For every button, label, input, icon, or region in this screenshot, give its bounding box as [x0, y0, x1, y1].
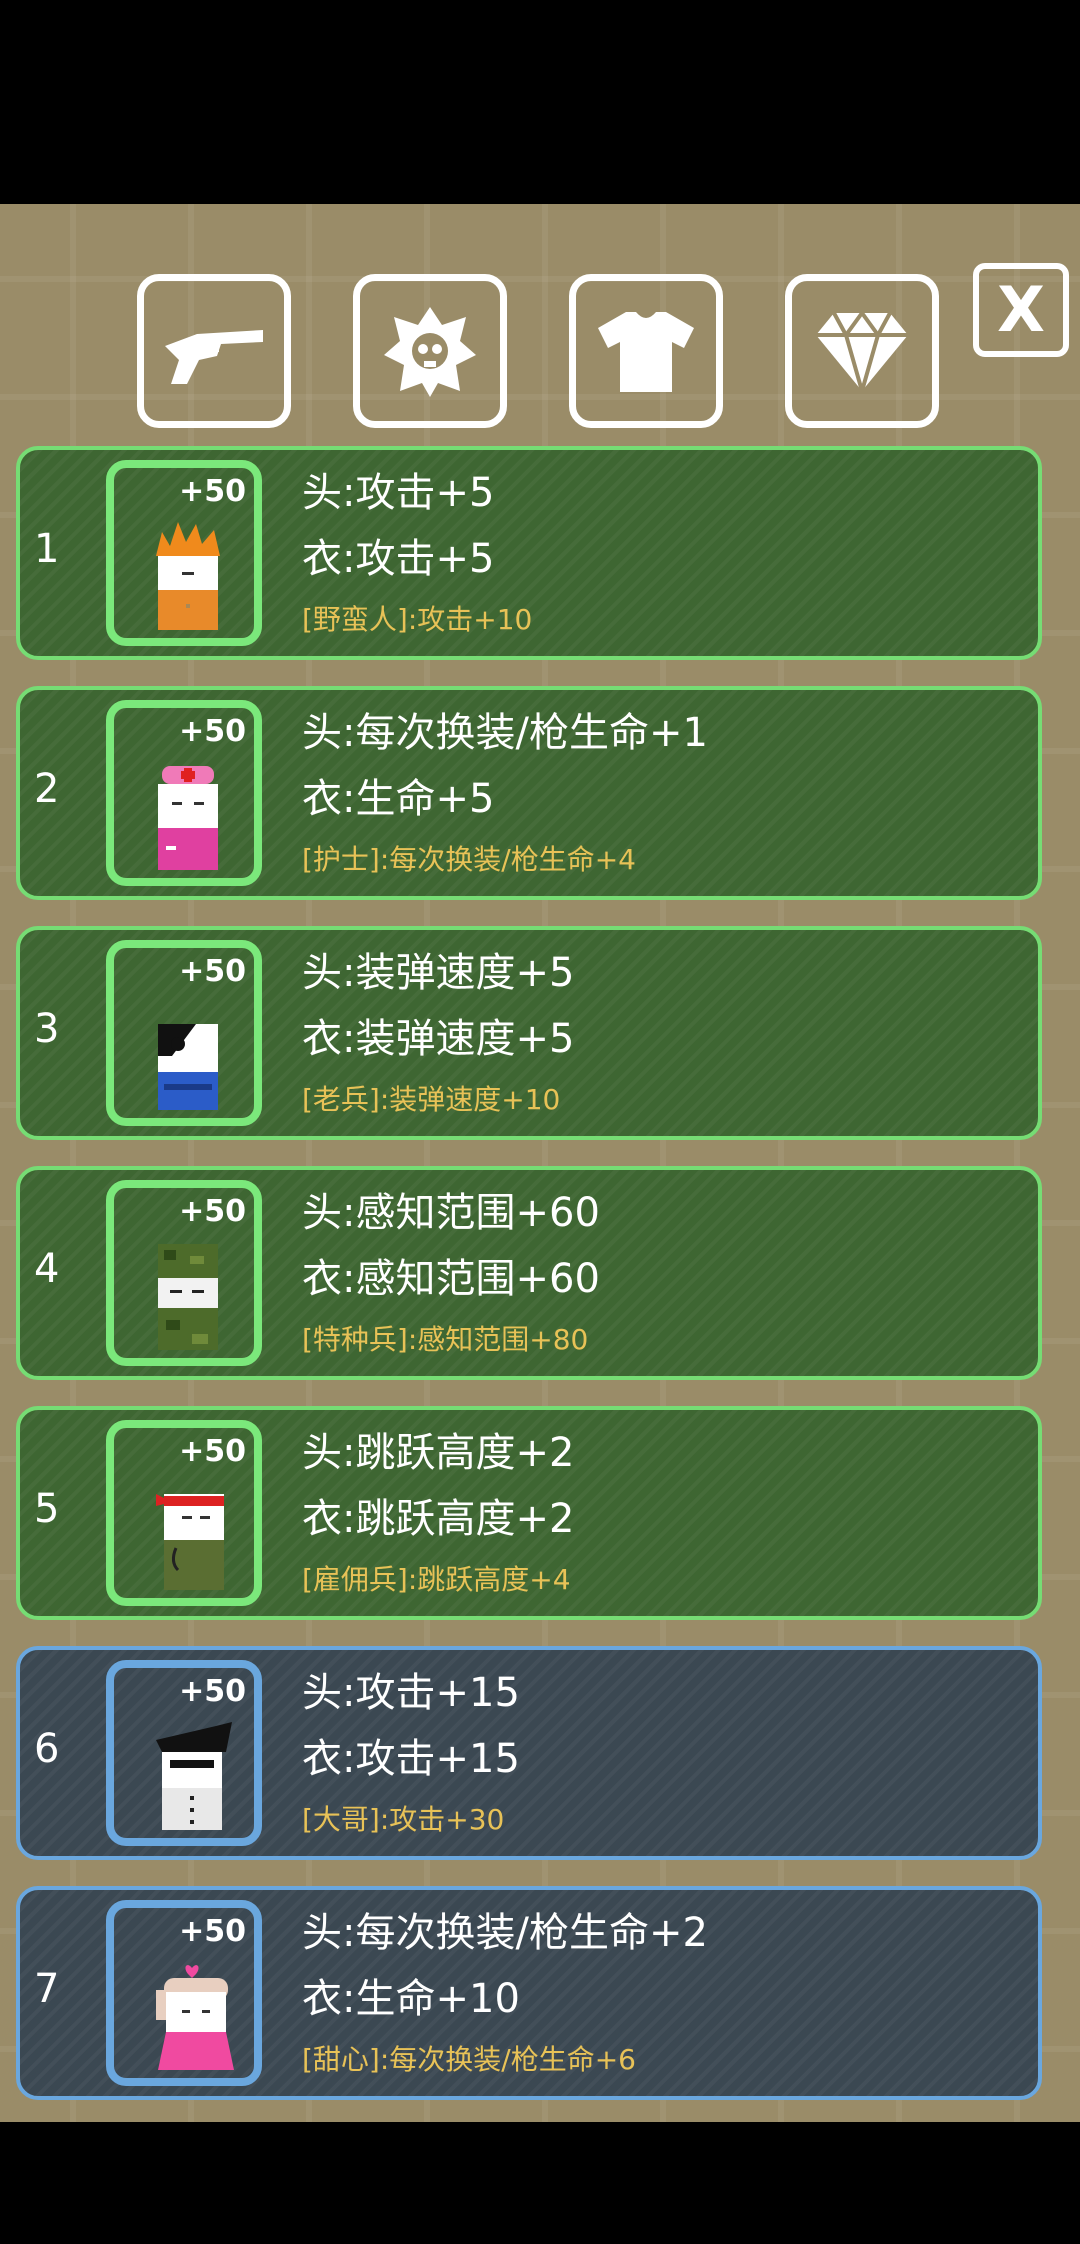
body-bonus-text: 衣:攻击+5: [302, 536, 495, 582]
set-bonus-text: [大哥]:攻击+30: [302, 1803, 505, 1836]
close-button[interactable]: X: [973, 263, 1069, 357]
set-bonus-text: [甜心]:每次换装/枪生命+6: [302, 2043, 636, 2076]
shirt-icon: [598, 312, 694, 392]
character-portrait: +50: [106, 1900, 262, 2086]
set-row-4[interactable]: 4 +50 头:感知范围+60 衣:感知范围+60 [特种兵]:感知范围+80: [16, 1166, 1042, 1380]
revolver-icon: [165, 330, 263, 384]
bonus-label: +50: [179, 1194, 246, 1229]
body-bonus-text: 衣:装弹速度+5: [302, 1016, 575, 1062]
character-portrait: +50: [106, 1180, 262, 1366]
set-bonus-text: [老兵]:装弹速度+10: [302, 1083, 561, 1116]
character-portrait: +50: [106, 1660, 262, 1846]
boss-character-icon: [156, 1722, 232, 1830]
body-bonus-text: 衣:生命+10: [302, 1976, 520, 2022]
head-bonus-text: 头:攻击+5: [302, 470, 495, 516]
body-bonus-text: 衣:感知范围+60: [302, 1256, 600, 1302]
sweetheart-character-icon: [156, 1965, 234, 2070]
tab-weapons[interactable]: [137, 274, 291, 428]
head-bonus-text: 头:装弹速度+5: [302, 950, 575, 996]
skull-badge-icon: [384, 307, 476, 397]
nurse-character-icon: [158, 766, 218, 870]
bonus-label: +50: [179, 1914, 246, 1949]
row-index: 4: [34, 1246, 60, 1292]
character-portrait: +50: [106, 1420, 262, 1606]
veteran-character-icon: [158, 1024, 218, 1110]
set-row-7[interactable]: 7 +50 头:每次换装/枪生命+2 衣:生命+10 [甜心]:每次换装/枪生命…: [16, 1886, 1042, 2100]
row-index: 3: [34, 1006, 60, 1052]
character-portrait: +50: [106, 940, 262, 1126]
head-bonus-text: 头:跳跃高度+2: [302, 1430, 575, 1476]
bonus-label: +50: [179, 954, 246, 989]
character-portrait: +50: [106, 460, 262, 646]
set-row-5[interactable]: 5 +50 头:跳跃高度+2 衣:跳跃高度+2 [雇佣兵]:跳跃高度+4: [16, 1406, 1042, 1620]
body-bonus-text: 衣:跳跃高度+2: [302, 1496, 575, 1542]
set-row-2[interactable]: 2 +50 头:每次换装/枪生命+1 衣:生命+5 [护士]:每次换装/枪生命+…: [16, 686, 1042, 900]
body-bonus-text: 衣:攻击+15: [302, 1736, 520, 1782]
set-row-1[interactable]: 1 +50 头:攻击+5 衣:攻击+5 [野蛮人]:攻击+10: [16, 446, 1042, 660]
body-bonus-text: 衣:生命+5: [302, 776, 495, 822]
head-bonus-text: 头:每次换装/枪生命+2: [302, 1910, 708, 1956]
special-forces-character-icon: [158, 1244, 218, 1350]
mercenary-character-icon: [156, 1494, 224, 1590]
barbarian-character-icon: [156, 522, 220, 630]
bonus-label: +50: [179, 1434, 246, 1469]
head-bonus-text: 头:感知范围+60: [302, 1190, 600, 1236]
character-portrait: +50: [106, 700, 262, 886]
set-bonus-text: [雇佣兵]:跳跃高度+4: [302, 1563, 571, 1596]
row-index: 6: [34, 1726, 60, 1772]
row-index: 2: [34, 766, 60, 812]
row-index: 1: [34, 526, 60, 572]
set-row-6[interactable]: 6 +50 头:攻击+15 衣:攻击+15 [大哥]:攻击+30: [16, 1646, 1042, 1860]
bonus-label: +50: [179, 714, 246, 749]
head-bonus-text: 头:每次换装/枪生命+1: [302, 710, 708, 756]
bonus-label: +50: [179, 1674, 246, 1709]
close-icon: X: [997, 273, 1045, 346]
tab-clothes[interactable]: [569, 274, 723, 428]
head-bonus-text: 头:攻击+15: [302, 1670, 520, 1716]
set-row-3[interactable]: 3 +50 头:装弹速度+5 衣:装弹速度+5 [老兵]:装弹速度+10: [16, 926, 1042, 1140]
set-bonus-text: [护士]:每次换装/枪生命+4: [302, 843, 636, 876]
set-bonus-text: [野蛮人]:攻击+10: [302, 603, 533, 636]
row-index: 7: [34, 1966, 60, 2012]
tab-gems[interactable]: [785, 274, 939, 428]
set-bonus-text: [特种兵]:感知范围+80: [302, 1323, 589, 1356]
diamond-icon: [816, 309, 908, 393]
tab-heads[interactable]: [353, 274, 507, 428]
row-index: 5: [34, 1486, 60, 1532]
bonus-label: +50: [179, 474, 246, 509]
